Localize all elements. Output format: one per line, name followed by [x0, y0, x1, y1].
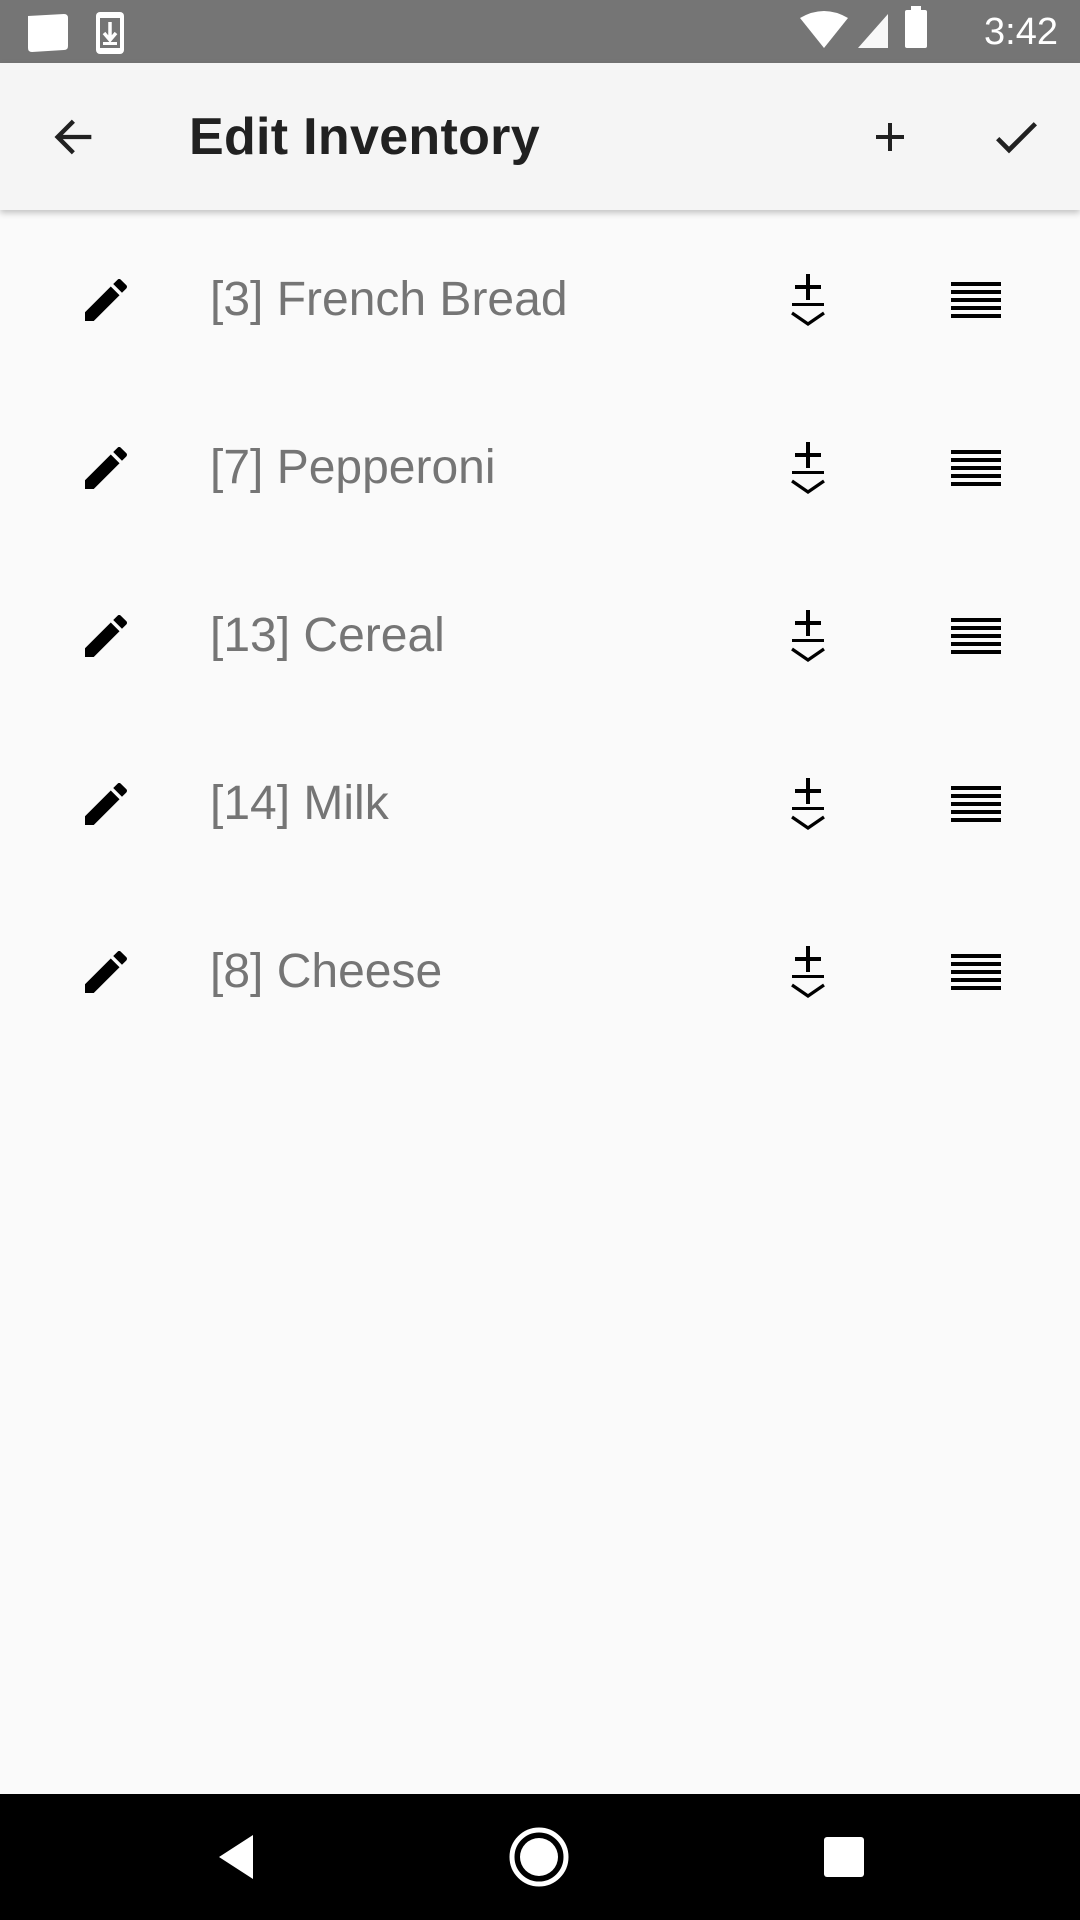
drag-handle[interactable] [936, 596, 1016, 676]
add-stock-button[interactable] [768, 760, 848, 848]
recents-square-icon [824, 1837, 864, 1877]
nav-back-button[interactable] [186, 1817, 286, 1897]
status-time: 3:42 [984, 11, 1058, 53]
pencil-icon [85, 447, 127, 489]
plus-chevron-icon [791, 946, 825, 998]
drag-handle-icon [951, 618, 1001, 654]
list-item: [14] Milk [0, 714, 1080, 882]
nav-home-button[interactable] [489, 1817, 589, 1897]
screen: 3:42 Edit Inventory [3] French Bread [7]… [0, 0, 1080, 1920]
edit-item-button[interactable] [66, 428, 146, 508]
add-stock-button[interactable] [768, 424, 848, 512]
home-circle-icon [509, 1827, 569, 1887]
item-label[interactable]: [3] French Bread [210, 272, 568, 328]
back-triangle-icon [219, 1835, 253, 1879]
download-icon [96, 12, 124, 54]
drag-handle-icon [951, 450, 1001, 486]
save-button[interactable] [972, 99, 1060, 175]
navigation-bar [0, 1794, 1080, 1920]
edit-item-button[interactable] [66, 764, 146, 844]
add-stock-button[interactable] [768, 928, 848, 1016]
pencil-icon [85, 615, 127, 657]
notification-card-icon [28, 14, 68, 52]
wifi-icon [800, 11, 848, 48]
drag-handle[interactable] [936, 428, 1016, 508]
drag-handle[interactable] [936, 260, 1016, 340]
list-item: [3] French Bread [0, 210, 1080, 378]
drag-handle-icon [951, 954, 1001, 990]
drag-handle[interactable] [936, 764, 1016, 844]
plus-chevron-icon [791, 274, 825, 326]
edit-item-button[interactable] [66, 260, 146, 340]
add-stock-button[interactable] [768, 592, 848, 680]
edit-item-button[interactable] [66, 596, 146, 676]
item-label[interactable]: [14] Milk [210, 776, 389, 832]
list-item: [13] Cereal [0, 546, 1080, 714]
drag-handle[interactable] [936, 932, 1016, 1012]
check-icon [996, 122, 1037, 154]
signal-icon [858, 14, 888, 48]
drag-handle-icon [951, 786, 1001, 822]
back-button[interactable] [28, 99, 120, 175]
plus-chevron-icon [791, 778, 825, 830]
item-label[interactable]: [13] Cereal [210, 608, 445, 664]
app-bar: Edit Inventory [0, 63, 1080, 210]
pencil-icon [85, 279, 127, 321]
add-item-button[interactable] [846, 99, 934, 175]
pencil-icon [85, 783, 127, 825]
add-stock-button[interactable] [768, 256, 848, 344]
list-item: [7] Pepperoni [0, 378, 1080, 546]
status-left-icons [24, 10, 144, 54]
add-icon [876, 123, 904, 151]
item-label[interactable]: [7] Pepperoni [210, 440, 496, 496]
plus-chevron-icon [791, 442, 825, 494]
list-item: [8] Cheese [0, 882, 1080, 1050]
item-label[interactable]: [8] Cheese [210, 944, 442, 1000]
arrow-back-icon [54, 119, 92, 155]
plus-chevron-icon [791, 610, 825, 662]
nav-recents-button[interactable] [794, 1817, 894, 1897]
pencil-icon [85, 951, 127, 993]
status-bar: 3:42 [0, 0, 1080, 63]
page-title: Edit Inventory [189, 108, 540, 166]
drag-handle-icon [951, 282, 1001, 318]
edit-item-button[interactable] [66, 932, 146, 1012]
battery-icon [905, 6, 927, 48]
